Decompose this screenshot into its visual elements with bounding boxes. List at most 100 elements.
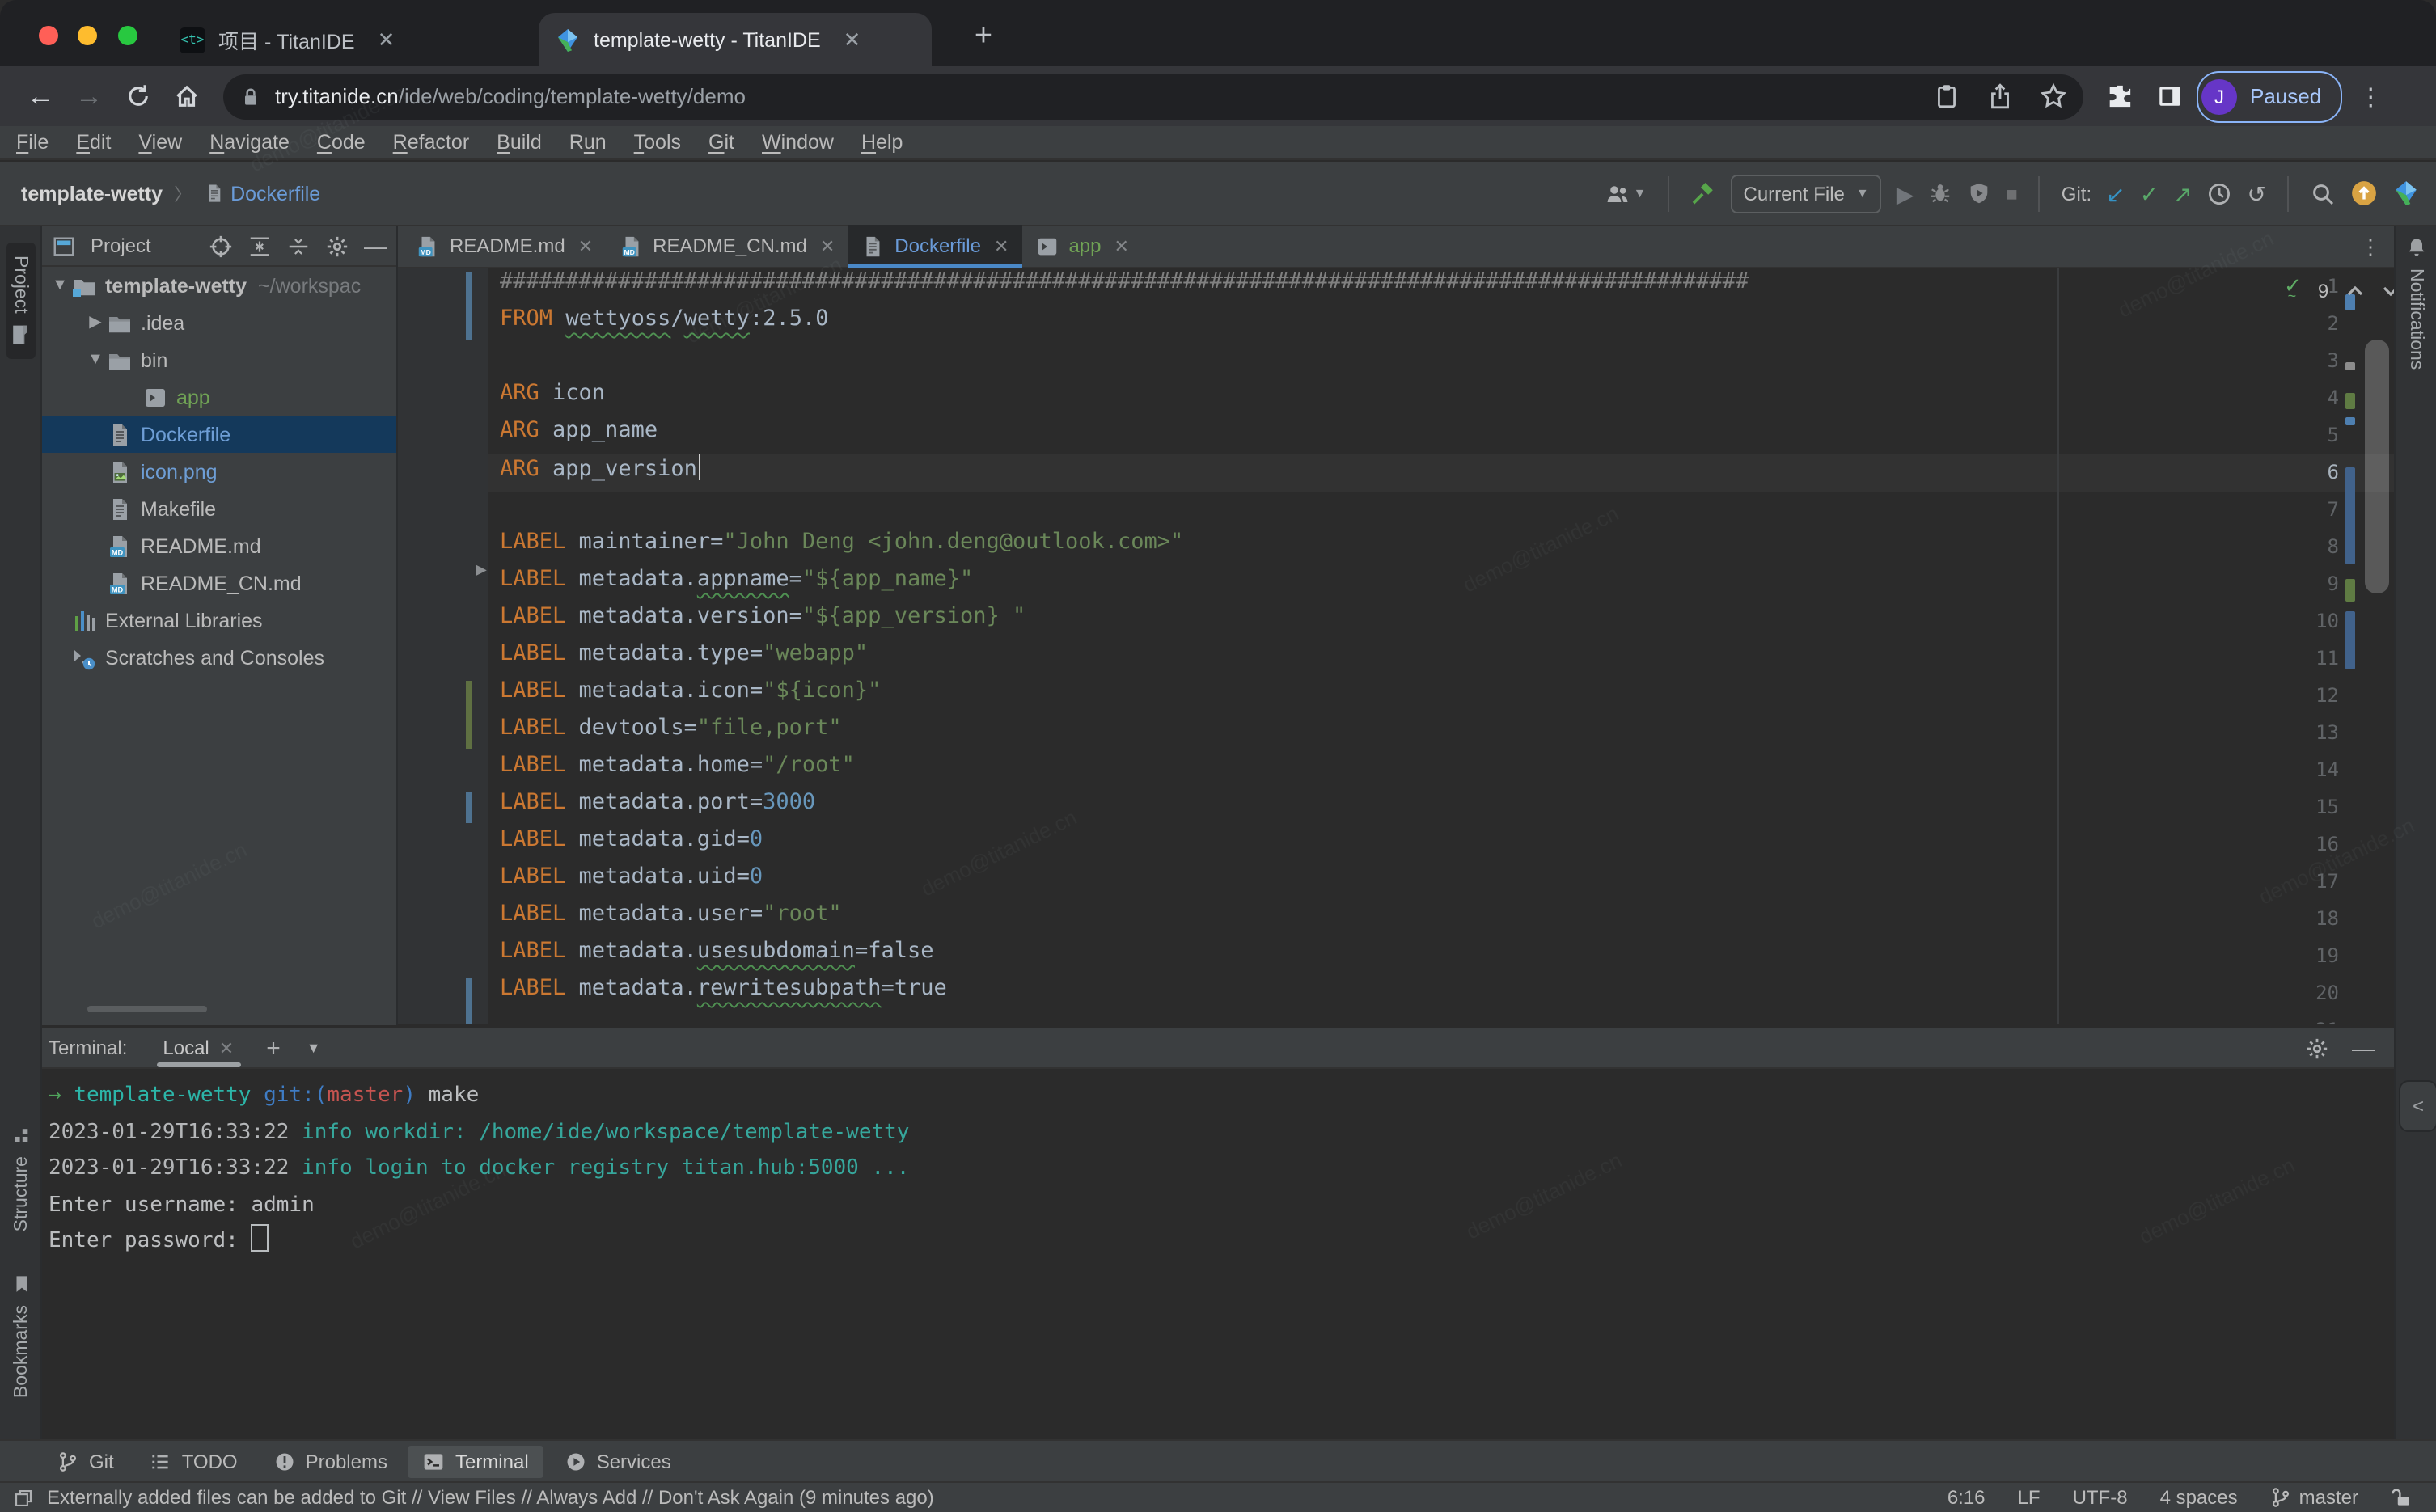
next-problem-chevron-icon[interactable] (2380, 281, 2394, 301)
new-tab-button[interactable]: + (961, 13, 1006, 61)
tree-item-readme-md[interactable]: README.md (42, 527, 396, 564)
tree-arrow-collapsed[interactable]: ▶ (84, 314, 107, 332)
tool-button-git[interactable]: Git (42, 1445, 129, 1477)
menu-git[interactable]: Git (708, 131, 734, 154)
tool-stripe-structure[interactable]: Structure (11, 1126, 32, 1231)
titanide-gem-icon[interactable] (2392, 179, 2420, 207)
tabbar-more-icon[interactable]: ⋮ (2360, 234, 2381, 260)
bell-icon[interactable] (2404, 236, 2427, 259)
tree-item-dockerfile[interactable]: Dockerfile (42, 416, 396, 453)
menu-run[interactable]: Run (569, 131, 607, 154)
tree-item-readme-cn-md[interactable]: README_CN.md (42, 564, 396, 602)
line-ending[interactable]: LF (2018, 1486, 2041, 1509)
rollback-icon[interactable]: ↺ (2248, 180, 2266, 206)
chevron-down-icon[interactable]: ▼ (307, 1040, 321, 1056)
editor-tab-readme-md[interactable]: README.md✕ (403, 225, 606, 267)
terminal-tab-local[interactable]: Local✕ (156, 1028, 240, 1067)
lock-open-icon[interactable] (2391, 1486, 2413, 1509)
editor-tab-readme-cn-md[interactable]: README_CN.md✕ (606, 225, 848, 267)
menu-window[interactable]: Window (762, 131, 834, 154)
expand-hidden-panel-button[interactable]: < (2399, 1080, 2436, 1132)
run-icon[interactable]: ▶ (1897, 180, 1914, 206)
tree-item-scratches-and-consoles[interactable]: Scratches and Consoles (42, 639, 396, 676)
menu-refactor[interactable]: Refactor (393, 131, 470, 154)
tab-close-icon[interactable]: ✕ (837, 27, 868, 53)
tree-item-makefile[interactable]: Makefile (42, 490, 396, 527)
hide-panel-icon[interactable]: — (364, 238, 387, 254)
tree-arrow-expanded[interactable]: ▼ (84, 351, 107, 369)
tab-close-icon[interactable]: ✕ (578, 235, 593, 256)
status-message[interactable]: Externally added files can be added to G… (47, 1486, 934, 1509)
menu-file[interactable]: File (16, 131, 49, 154)
run-configuration-select[interactable]: Current File ▼ (1731, 174, 1882, 213)
caret-position[interactable]: 6:16 (1948, 1486, 1986, 1509)
prev-problem-chevron-icon[interactable] (2345, 281, 2364, 301)
expand-all-icon[interactable] (247, 234, 272, 258)
inspections-widget[interactable]: ✓~9 (2284, 278, 2394, 304)
indent-setting[interactable]: 4 spaces (2160, 1486, 2238, 1509)
browser-profile-button[interactable]: J Paused (2197, 70, 2342, 122)
tool-button-problems[interactable]: Problems (259, 1445, 402, 1477)
breadcrumb-project[interactable]: template-wetty (21, 182, 163, 205)
forward-icon[interactable]: → (65, 80, 113, 112)
tab-close-icon[interactable]: ✕ (994, 235, 1009, 256)
close-window-button[interactable] (39, 26, 58, 45)
terminal-output[interactable]: → template-wetty git:(master) make2023-0… (42, 1069, 2394, 1438)
coverage-icon[interactable] (1967, 181, 1991, 205)
menu-tools[interactable]: Tools (634, 131, 681, 154)
share-icon[interactable] (1986, 82, 2014, 110)
git-commit-icon[interactable]: ✓ (2140, 180, 2159, 206)
build-hammer-icon[interactable] (1690, 180, 1716, 206)
editor[interactable]: 1#######################################… (398, 268, 2394, 1024)
tool-button-terminal[interactable]: Terminal (408, 1445, 543, 1477)
tool-stripe-bookmarks[interactable]: Bookmarks (11, 1273, 32, 1397)
tree-horizontal-scrollbar[interactable] (87, 1006, 207, 1012)
tab-close-icon[interactable]: ✕ (371, 27, 402, 53)
address-bar[interactable]: try.titanide.cn/ide/web/coding/template-… (223, 74, 2083, 119)
collapse-all-icon[interactable] (286, 234, 311, 258)
minimize-window-button[interactable] (78, 26, 98, 45)
menu-navigate[interactable]: Navigate (209, 131, 290, 154)
menu-edit[interactable]: Edit (76, 131, 111, 154)
git-branch-widget[interactable]: master (2270, 1486, 2358, 1509)
tool-stripe-project[interactable]: Project (6, 243, 35, 359)
tab-close-icon[interactable]: ✕ (1114, 235, 1129, 256)
locate-file-icon[interactable] (209, 234, 233, 258)
fold-arrow-icon[interactable]: ▶ (476, 561, 487, 579)
clipboard-icon[interactable] (1933, 82, 1960, 110)
bookmark-star-icon[interactable] (2040, 82, 2067, 110)
stacked-windows-icon[interactable] (13, 1487, 34, 1508)
tool-button-services[interactable]: Services (550, 1445, 686, 1477)
debug-icon[interactable] (1928, 181, 1952, 205)
tree-item-external-libraries[interactable]: External Libraries (42, 602, 396, 639)
history-clock-icon[interactable] (2207, 180, 2233, 206)
menu-view[interactable]: View (138, 131, 182, 154)
browser-tab[interactable]: <t>项目 - TitanIDE✕ (163, 13, 529, 66)
tool-button-todo[interactable]: TODO (135, 1445, 252, 1477)
menu-build[interactable]: Build (497, 131, 542, 154)
editor-tab-dockerfile[interactable]: Dockerfile✕ (848, 225, 1021, 267)
reload-icon[interactable] (113, 82, 162, 110)
tree-item--idea[interactable]: ▶.idea (42, 304, 396, 341)
new-terminal-icon[interactable]: + (266, 1034, 281, 1062)
encoding[interactable]: UTF-8 (2073, 1486, 2128, 1509)
git-push-icon[interactable]: ↗ (2173, 180, 2192, 206)
git-update-icon[interactable]: ↙ (2106, 180, 2125, 206)
tree-item-bin[interactable]: ▼bin (42, 341, 396, 378)
minimize-panel-icon[interactable]: — (2352, 1040, 2375, 1056)
search-everywhere-icon[interactable] (2310, 180, 2336, 206)
menu-help[interactable]: Help (861, 131, 903, 154)
tab-close-icon[interactable]: ✕ (820, 235, 835, 256)
close-icon[interactable]: ✕ (219, 1037, 234, 1058)
side-panel-icon[interactable] (2156, 82, 2184, 110)
tree-arrow-expanded[interactable]: ▼ (49, 277, 71, 294)
breadcrumb-file[interactable]: Dockerfile (230, 182, 320, 205)
terminal-settings-gear-icon[interactable] (2305, 1036, 2329, 1060)
browser-tab[interactable]: template-wetty - TitanIDE✕ (539, 13, 932, 66)
tree-item-app[interactable]: app (42, 378, 396, 416)
editor-scrollbar[interactable] (2365, 340, 2389, 593)
zoom-window-button[interactable] (118, 26, 137, 45)
panel-settings-gear-icon[interactable] (325, 234, 349, 258)
menu-code[interactable]: Code (317, 131, 366, 154)
editor-tab-app[interactable]: app✕ (1021, 225, 1142, 267)
